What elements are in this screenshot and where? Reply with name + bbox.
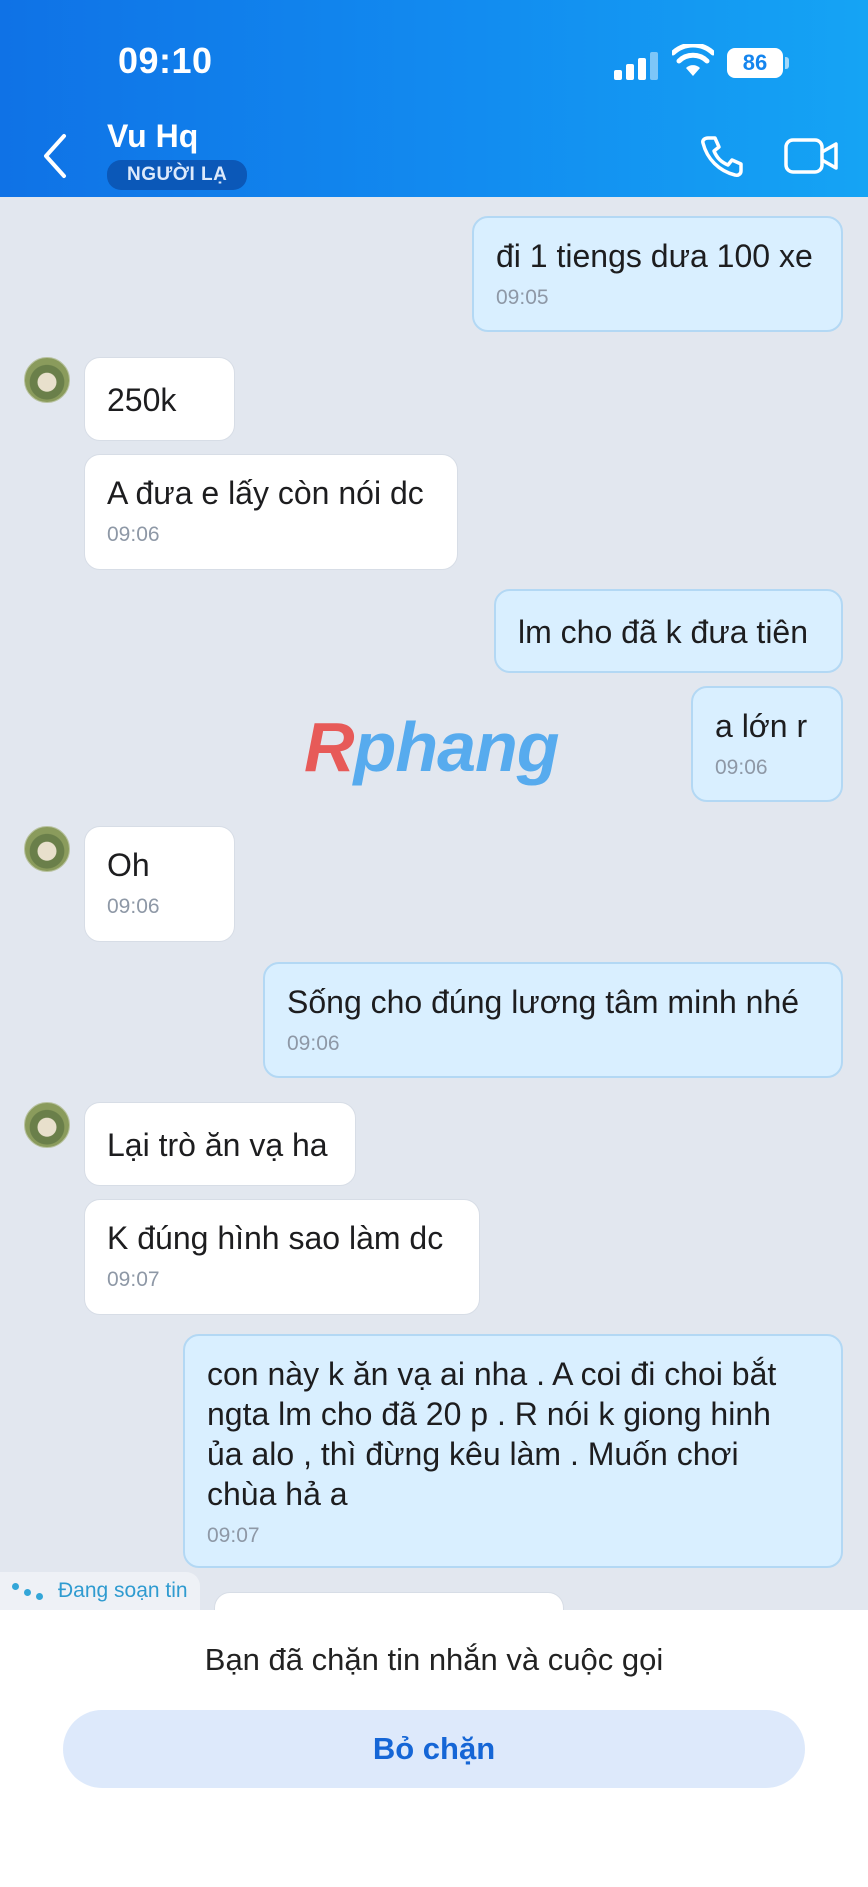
message-bubble-incoming[interactable]: 250k [84,357,235,441]
message-bubble-incoming[interactable]: Lại trò ăn vạ ha [84,1102,356,1186]
message-text: a lớn r [715,708,808,744]
message-text: đi 1 tiengs dưa 100 xe [496,238,813,274]
message-bubble-incoming[interactable]: A đưa e lấy còn nói dc 09:06 [84,454,458,570]
back-button[interactable] [36,128,76,184]
battery-icon [785,57,789,69]
message-bubble-outgoing[interactable]: đi 1 tiengs dưa 100 xe 09:05 [472,216,843,332]
battery-level: 86 [727,48,783,78]
video-call-button[interactable] [784,136,838,176]
message-time: 09:07 [107,1268,160,1291]
wifi-icon [672,44,714,76]
message-text: lm cho đã k đưa tiên [518,614,809,650]
phone-call-button[interactable] [698,132,746,180]
stranger-badge: NGƯỜI LẠ [107,160,248,190]
blocked-panel: Bạn đã chặn tin nhắn và cuộc gọi Bỏ chặn [0,1610,868,1887]
message-bubble-outgoing[interactable]: con này k ăn vạ ai nha . A coi đi choi b… [183,1334,843,1568]
message-time: 09:06 [715,756,768,779]
message-time: 09:05 [496,286,549,309]
contact-avatar[interactable] [24,826,70,872]
contact-avatar[interactable] [24,1102,70,1148]
message-text-line: chùa hả a [207,1476,348,1512]
message-list[interactable]: đi 1 tiengs dưa 100 xe 09:05 250k A đưa … [0,197,868,1610]
chat-header: 09:10 86 Vu Hq NGƯỜI LẠ [0,0,868,197]
message-text: Lại trò ăn vạ ha [107,1127,328,1163]
message-text: A đưa e lấy còn nói dc [107,475,424,511]
cellular-signal-icon [614,50,658,80]
message-text-line: ngta lm cho đã 20 p . R nói k giong hinh [207,1396,771,1432]
typing-text: Đang soạn tin [58,1579,188,1602]
message-time: 09:06 [287,1032,340,1055]
message-bubble-outgoing[interactable]: lm cho đã k đưa tiên [494,589,843,673]
message-time: 09:06 [107,895,160,918]
contact-name[interactable]: Vu Hq [107,118,198,155]
unblock-button[interactable]: Bỏ chặn [63,1710,805,1788]
message-text-line: con này k ăn vạ ai nha . A coi đi choi b… [207,1356,777,1392]
message-bubble-incoming[interactable]: Oh 09:06 [84,826,235,942]
message-text-line: ủa alo , thì đừng kêu làm . Muốn chơi [207,1436,739,1472]
message-bubble-outgoing[interactable]: a lớn r 09:06 [691,686,843,802]
message-text: Oh [107,847,150,883]
status-time: 09:10 [118,40,213,81]
contact-avatar[interactable] [24,357,70,403]
message-bubble-outgoing[interactable]: Sống cho đúng lương tâm minh nhé 09:06 [263,962,843,1078]
typing-indicator: Đang soạn tin [0,1572,200,1610]
message-bubble-incoming[interactable]: K đúng hình sao làm dc 09:07 [84,1199,480,1315]
message-text: Sống cho đúng lương tâm minh nhé [287,984,800,1020]
message-time: 09:07 [207,1524,260,1547]
message-text: 250k [107,382,177,418]
typing-dots-icon [12,1581,48,1601]
message-time: 09:06 [107,523,160,546]
message-text: K đúng hình sao làm dc [107,1220,444,1256]
blocked-notice: Bạn đã chặn tin nhắn và cuộc gọi [204,1642,664,1677]
